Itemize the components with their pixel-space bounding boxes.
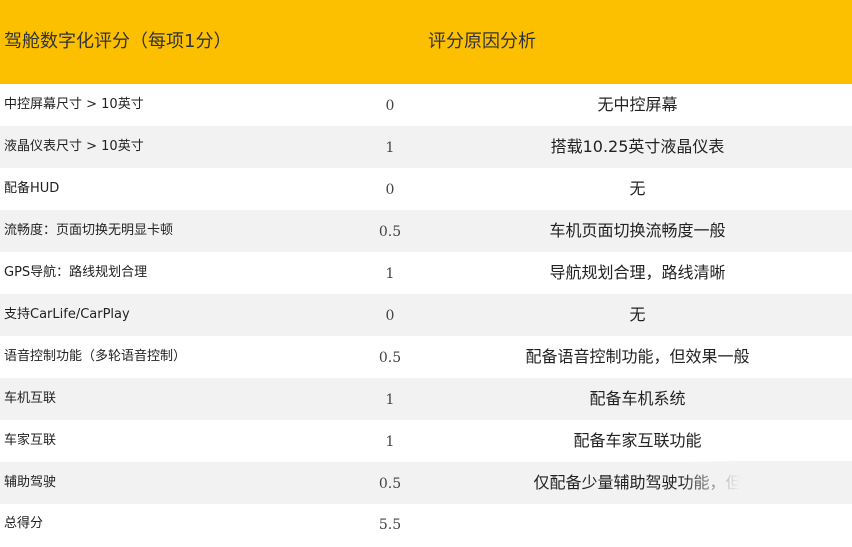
item-cell: 语音控制功能（多轮语音控制） xyxy=(4,349,187,364)
item-cell: 支持CarLife/CarPlay xyxy=(4,307,130,322)
reason-cell: 配备车机系统 xyxy=(589,389,686,408)
table-row: 车机互联 1 配备车机系统 xyxy=(0,378,852,420)
item-cell: 辅助驾驶 xyxy=(4,475,57,490)
score-cell: 1 xyxy=(385,392,395,408)
reason-cell: 车机页面切换流畅度一般 xyxy=(549,221,726,240)
score-cell: 1 xyxy=(385,266,395,282)
item-cell: 车机互联 xyxy=(4,391,57,406)
table-row: 车家互联 1 配备车家互联功能 xyxy=(0,420,852,462)
item-cell: 液晶仪表尺寸 > 10英寸 xyxy=(4,139,144,154)
table-row: 液晶仪表尺寸 > 10英寸 1 搭载10.25英寸液晶仪表 xyxy=(0,126,852,168)
total-score: 5.5 xyxy=(378,517,402,533)
score-cell: 0.5 xyxy=(378,350,402,366)
score-cell: 1 xyxy=(385,140,395,156)
reason-cell: 配备车家互联功能 xyxy=(573,431,702,450)
total-label: 总得分 xyxy=(4,516,44,531)
score-cell: 0 xyxy=(385,182,395,198)
item-cell: GPS导航：路线规划合理 xyxy=(4,265,148,280)
table-row: 流畅度：页面切换无明显卡顿 0.5 车机页面切换流畅度一般 xyxy=(0,210,852,252)
reason-cell: 无 xyxy=(629,179,646,198)
reason-cell: 搭载10.25英寸液晶仪表 xyxy=(550,137,725,156)
item-cell: 流畅度：页面切换无明显卡顿 xyxy=(4,223,174,238)
reason-column-header: 评分原因分析 xyxy=(428,31,536,52)
score-cell: 0 xyxy=(385,98,395,114)
table-row: 语音控制功能（多轮语音控制） 0.5 配备语音控制功能，但效果一般 xyxy=(0,336,852,378)
item-cell: 中控屏幕尺寸 > 10英寸 xyxy=(4,97,144,112)
score-cell: 1 xyxy=(385,434,395,450)
reason-cell xyxy=(440,503,835,545)
score-cell: 0 xyxy=(385,308,395,324)
table-header: 驾舱数字化评分（每项1分） 评分原因分析 xyxy=(0,0,852,84)
item-cell: 车家互联 xyxy=(4,433,57,448)
reason-cell: 无 xyxy=(629,305,646,324)
table-row: 配备HUD 0 无 xyxy=(0,168,852,210)
table-row: GPS导航：路线规划合理 1 导航规划合理，路线清晰 xyxy=(0,252,852,294)
reason-cell: 配备语音控制功能，但效果一般 xyxy=(525,347,750,366)
item-column-header: 驾舱数字化评分（每项1分） xyxy=(4,31,232,52)
reason-cell: 无中控屏幕 xyxy=(597,95,678,114)
score-cell: 0.5 xyxy=(378,476,402,492)
watermark-fade xyxy=(680,461,852,503)
reason-cell: 导航规划合理，路线清晰 xyxy=(549,263,726,282)
item-cell: 配备HUD xyxy=(4,181,60,196)
table-row: 支持CarLife/CarPlay 0 无 xyxy=(0,294,852,336)
total-row: 总得分 5.5 xyxy=(0,503,852,545)
table-row: 中控屏幕尺寸 > 10英寸 0 无中控屏幕 xyxy=(0,84,852,126)
score-cell: 0.5 xyxy=(378,224,402,240)
